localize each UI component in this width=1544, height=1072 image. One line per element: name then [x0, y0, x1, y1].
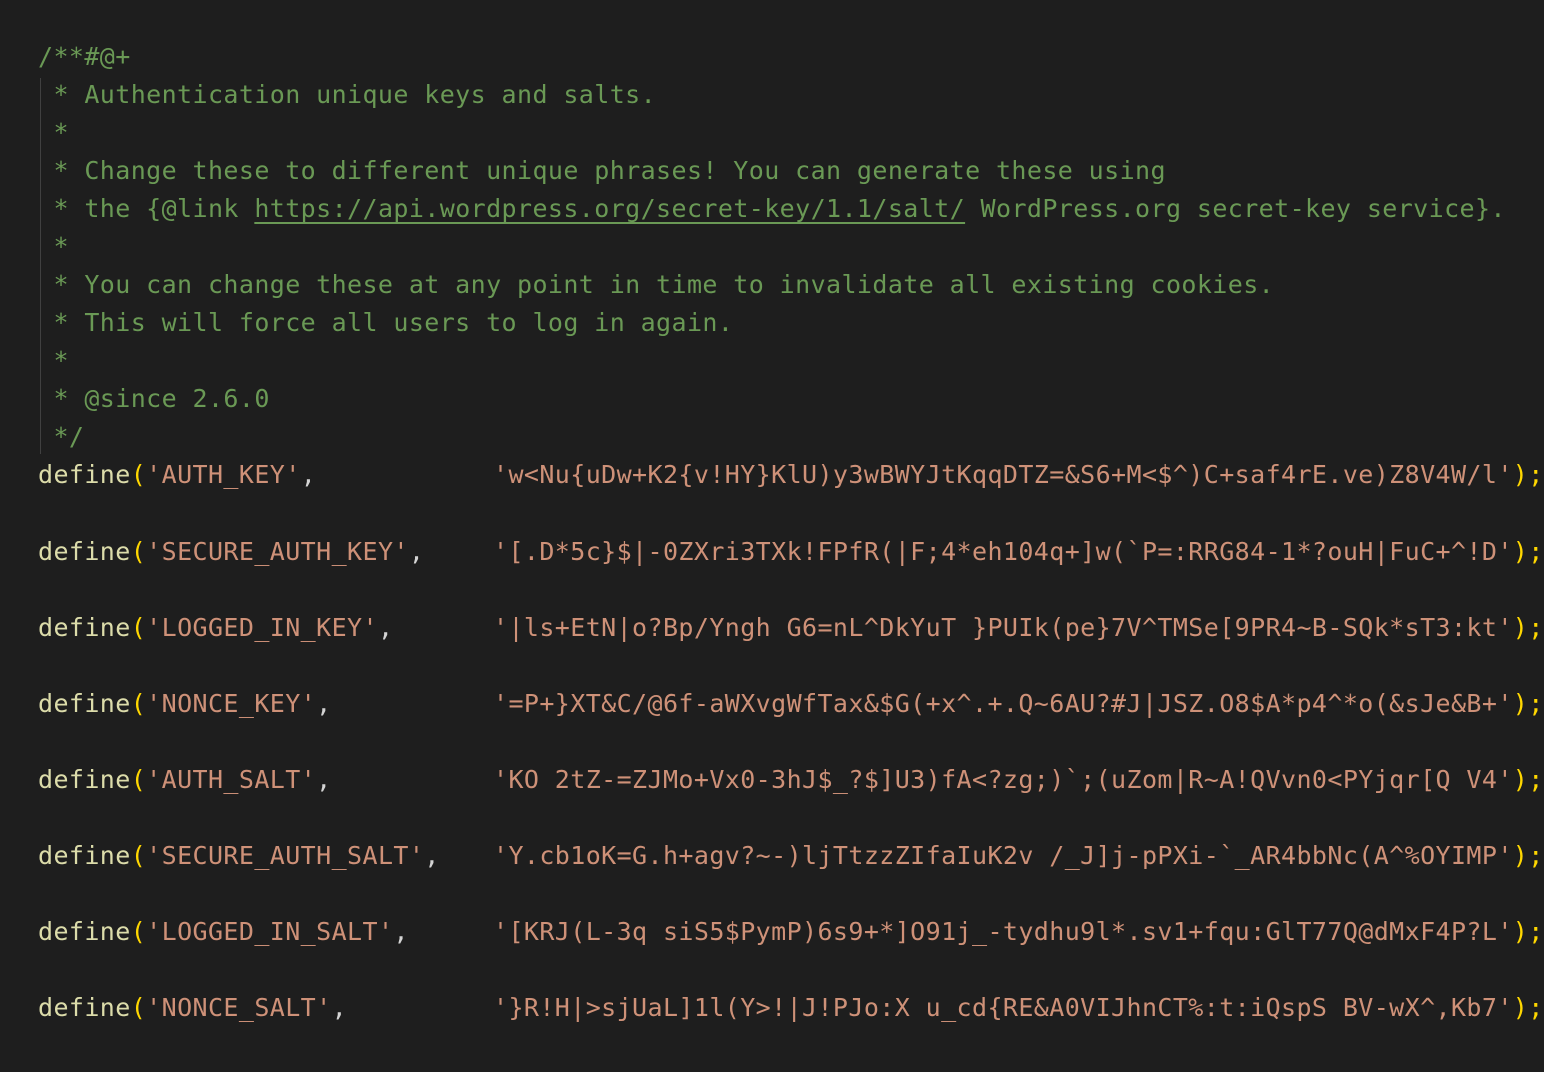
comma: , — [300, 460, 317, 489]
define-function: define — [38, 841, 131, 870]
comma: , — [424, 841, 440, 870]
define-value-wrap: 'Y.cb1oK=G.h+agv?~-)ljTtzzZIfaIuK2v /_J]… — [493, 837, 1544, 875]
define-value: '[.D*5c}$|-0ZXri3TXk!FPfR(|F;4*eh104q+]w… — [493, 537, 1513, 566]
comment-change: * Change these to different unique phras… — [38, 156, 1166, 185]
comma: , — [393, 917, 409, 946]
close-paren: ); — [1512, 613, 1544, 642]
comma: , — [316, 765, 332, 794]
open-paren: ( — [130, 460, 147, 489]
define-value: 'KO 2tZ-=ZJMo+Vx0-3hJ$_?$]U3)fA<?zg;)`;(… — [493, 765, 1513, 794]
comment-since: * @since 2.6.0 — [38, 384, 270, 413]
define-value: 'w<Nu{uDw+K2{v!HY}KlU)y3wBWYJtKqqDTZ=&S6… — [493, 460, 1513, 489]
define-value: '=P+}XT&C/@6f-aWXvgWfTax&$G(+x^.+.Q~6AU?… — [493, 689, 1513, 718]
define-value: '}R!H|>sjUaL]1l(Y>!|J!PJo:X u_cd{RE&A0VI… — [493, 993, 1513, 1022]
define-value-wrap: '|ls+EtN|o?Bp/Yngh G6=nL^DkYuT }PUIk(pe}… — [493, 609, 1544, 647]
open-paren: ( — [130, 689, 147, 718]
define-value-wrap: '=P+}XT&C/@6f-aWXvgWfTax&$G(+x^.+.Q~6AU?… — [493, 685, 1544, 723]
open-paren: ( — [130, 993, 147, 1022]
define-function: define — [38, 460, 131, 489]
comment-close: */ — [38, 422, 85, 451]
define-key: 'LOGGED_IN_KEY' — [146, 613, 378, 642]
define-line-logged-in-salt[interactable]: define('LOGGED_IN_SALT', '[KRJ(L-3q siS5$… — [38, 913, 1543, 951]
open-paren: ( — [130, 537, 147, 566]
define-value: '|ls+EtN|o?Bp/Yngh G6=nL^DkYuT }PUIk(pe}… — [493, 613, 1513, 642]
comment-blank: * — [38, 232, 69, 261]
define-value: '[KRJ(L-3q siS5$PymP)6s9+*]O91j_-tydhu9l… — [493, 917, 1513, 946]
define-function: define — [38, 689, 131, 718]
define-value-wrap: '[KRJ(L-3q siS5$PymP)6s9+*]O91j_-tydhu9l… — [493, 913, 1544, 951]
comma: , — [408, 537, 425, 566]
close-paren: ); — [1512, 993, 1544, 1022]
define-function: define — [38, 917, 131, 946]
secret-key-link[interactable]: https://api.wordpress.org/secret-key/1.1… — [254, 194, 965, 223]
comment-blank: * — [38, 346, 69, 375]
define-function: define — [38, 765, 131, 794]
define-key: 'AUTH_SALT' — [146, 765, 317, 794]
define-key: 'LOGGED_IN_SALT' — [146, 917, 394, 946]
comma: , — [316, 689, 332, 718]
comma: , — [377, 613, 394, 642]
define-function: define — [38, 613, 131, 642]
comment-link-line: * the {@link https://api.wordpress.org/s… — [38, 190, 1506, 228]
close-paren: ); — [1512, 841, 1544, 870]
open-paren: ( — [130, 613, 147, 642]
comment-link-prefix: * the {@link — [38, 194, 255, 223]
define-line-auth-salt[interactable]: define('AUTH_SALT', 'KO 2tZ-=ZJMo+Vx0-3hJ… — [38, 761, 1543, 799]
define-line-auth-key[interactable]: define('AUTH_KEY', 'w<Nu{uDw+K2{v!HY}KlU)… — [38, 456, 1543, 494]
close-paren: ); — [1512, 460, 1544, 489]
comment-invalidate: * You can change these at any point in t… — [38, 270, 1275, 299]
close-paren: ); — [1512, 689, 1544, 718]
define-key: 'NONCE_SALT' — [146, 993, 332, 1022]
comment-title: * Authentication unique keys and salts. — [38, 80, 657, 109]
close-paren: ); — [1512, 917, 1544, 946]
define-line-nonce-key[interactable]: define('NONCE_KEY', '=P+}XT&C/@6f-aWXvgWf… — [38, 685, 1543, 723]
define-line-secure-auth-key[interactable]: define('SECURE_AUTH_KEY', '[.D*5c}$|-0ZXr… — [38, 533, 1543, 571]
define-line-nonce-salt[interactable]: define('NONCE_SALT', '}R!H|>sjUaL]1l(Y>!|… — [38, 989, 1543, 1027]
comment-link-suffix: WordPress.org secret-key service}. — [965, 194, 1506, 223]
define-value-wrap: 'w<Nu{uDw+K2{v!HY}KlU)y3wBWYJtKqqDTZ=&S6… — [493, 456, 1544, 494]
define-value: 'Y.cb1oK=G.h+agv?~-)ljTtzzZIfaIuK2v /_J]… — [493, 841, 1513, 870]
open-paren: ( — [130, 765, 147, 794]
define-line-logged-in-key[interactable]: define('LOGGED_IN_KEY', '|ls+EtN|o?Bp/Yng… — [38, 609, 1543, 647]
define-function: define — [38, 993, 131, 1022]
define-function: define — [38, 537, 131, 566]
define-key: 'NONCE_KEY' — [146, 689, 317, 718]
comment-force: * This will force all users to log in ag… — [38, 308, 734, 337]
define-value-wrap: 'KO 2tZ-=ZJMo+Vx0-3hJ$_?$]U3)fA<?zg;)`;(… — [493, 761, 1544, 799]
define-line-secure-auth-salt[interactable]: define('SECURE_AUTH_SALT', 'Y.cb1oK=G.h+a… — [38, 837, 1543, 875]
comment-blank: * — [38, 118, 69, 147]
code-editor[interactable]: /**#@+ * Authentication unique keys and … — [0, 0, 1544, 1072]
comma: , — [331, 993, 348, 1022]
define-key: 'SECURE_AUTH_SALT' — [146, 841, 425, 870]
define-key: 'SECURE_AUTH_KEY' — [146, 537, 409, 566]
close-paren: ); — [1512, 765, 1544, 794]
comment-open: /**#@+ — [38, 42, 131, 71]
define-key: 'AUTH_KEY' — [146, 460, 301, 489]
define-value-wrap: '}R!H|>sjUaL]1l(Y>!|J!PJo:X u_cd{RE&A0VI… — [493, 989, 1544, 1027]
open-paren: ( — [130, 917, 147, 946]
define-value-wrap: '[.D*5c}$|-0ZXri3TXk!FPfR(|F;4*eh104q+]w… — [493, 533, 1544, 571]
open-paren: ( — [130, 841, 147, 870]
close-paren: ); — [1512, 537, 1544, 566]
